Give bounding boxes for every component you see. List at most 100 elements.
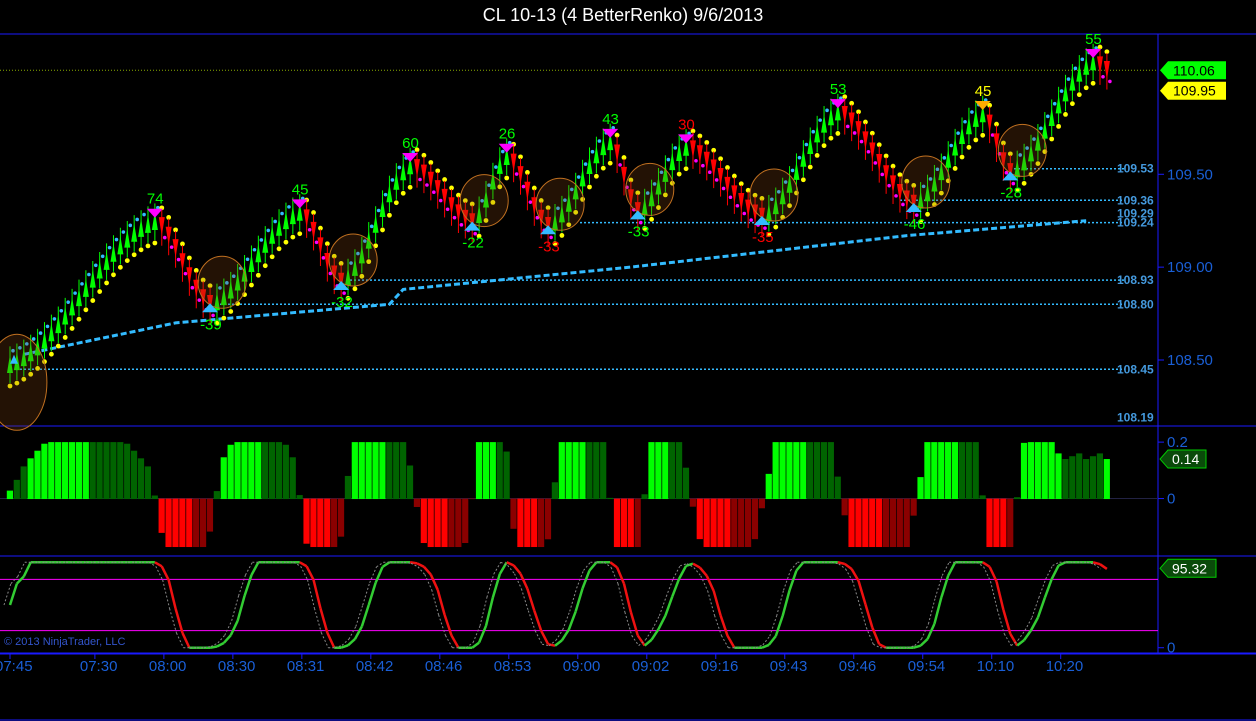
trail-dot bbox=[190, 285, 195, 290]
trail-dot bbox=[100, 254, 105, 259]
momentum-bar bbox=[262, 442, 269, 500]
momentum-bar bbox=[517, 498, 524, 548]
renko-bar bbox=[124, 229, 131, 248]
yellow-ribbon-dot bbox=[828, 135, 834, 141]
yellow-ribbon-dot bbox=[83, 307, 89, 313]
trail-dot bbox=[707, 170, 712, 175]
renko-bar bbox=[282, 210, 289, 230]
trail-dot bbox=[432, 190, 436, 195]
trail-dot bbox=[804, 142, 809, 147]
renko-bar bbox=[1055, 94, 1062, 114]
trail-dot bbox=[121, 230, 126, 234]
trail-dot bbox=[494, 165, 498, 169]
stoch-line-segment bbox=[429, 574, 439, 591]
renko-bar bbox=[110, 243, 117, 262]
copyright-label: © 2013 NinjaTrader, LLC bbox=[4, 636, 126, 648]
renko-bar bbox=[524, 181, 531, 201]
trail-dot bbox=[59, 308, 64, 313]
trail-dot bbox=[52, 317, 57, 321]
trail-dot bbox=[321, 256, 326, 260]
renko-bar bbox=[1097, 56, 1103, 75]
trail-dot bbox=[501, 149, 505, 154]
momentum-bar bbox=[841, 498, 848, 516]
trail-dot bbox=[1080, 57, 1085, 62]
momentum-bar bbox=[303, 498, 310, 544]
momentum-bar bbox=[772, 442, 779, 500]
yellow-ribbon-dot bbox=[600, 165, 606, 171]
momentum-bar bbox=[827, 442, 834, 500]
renko-bar bbox=[986, 114, 993, 134]
x-tick-label: 09:54 bbox=[908, 658, 946, 675]
renko-bar bbox=[165, 226, 172, 246]
renko-bar bbox=[179, 253, 186, 272]
renko-bar bbox=[386, 183, 393, 203]
momentum-bar bbox=[675, 442, 683, 500]
stoch-line-segment bbox=[491, 573, 502, 598]
stoch-line-segment bbox=[643, 638, 653, 647]
renko-bar bbox=[745, 199, 752, 219]
yellow-ribbon-dot bbox=[1021, 180, 1027, 186]
trail-dot bbox=[438, 198, 443, 203]
trail-dot bbox=[135, 217, 139, 222]
renko-bar bbox=[276, 217, 283, 236]
stoch-line-segment bbox=[1016, 639, 1025, 647]
yellow-ribbon-dot bbox=[1070, 101, 1075, 107]
renko-bar bbox=[510, 153, 517, 173]
yellow-ribbon-dot bbox=[649, 216, 654, 222]
momentum-bar bbox=[365, 442, 372, 500]
momentum-bar bbox=[710, 498, 717, 548]
momentum-bar bbox=[455, 498, 462, 548]
momentum-bar bbox=[558, 442, 565, 500]
stoch-line-segment bbox=[299, 561, 308, 568]
stoch-line-segment bbox=[347, 638, 356, 647]
stoch-line-segment bbox=[837, 561, 846, 566]
yellow-ribbon-dot bbox=[111, 272, 116, 278]
x-tick-label: 08:42 bbox=[356, 658, 394, 675]
yellow-ribbon-dot bbox=[400, 190, 406, 196]
renko-bar bbox=[890, 175, 897, 195]
momentum-bar bbox=[1069, 456, 1076, 500]
momentum-bar bbox=[613, 498, 621, 548]
renko-bar bbox=[793, 161, 800, 180]
trail-dot bbox=[742, 211, 747, 216]
momentum-bar bbox=[130, 450, 138, 500]
momentum-bar bbox=[627, 498, 634, 548]
level-label: 108.80 bbox=[1117, 297, 1154, 311]
momentum-bar bbox=[220, 457, 227, 500]
yellow-ribbon-dot bbox=[966, 144, 972, 150]
swing-high-label: 55 bbox=[1085, 31, 1102, 48]
momentum-bar bbox=[372, 442, 379, 500]
swing-markers: 74 -39 45 -32 60 -22 26 -33 43 -33 30 -35 53 -46 45 -28… bbox=[0, 31, 1102, 431]
trail-dot bbox=[38, 331, 43, 335]
momentum-bar bbox=[662, 442, 669, 500]
momentum-bar bbox=[61, 442, 69, 500]
momentum-bar bbox=[931, 442, 938, 500]
trail-dot bbox=[949, 143, 954, 148]
swing-high-label: 60 bbox=[402, 135, 419, 152]
momentum-bar bbox=[489, 442, 496, 500]
stoch-line-segment bbox=[312, 579, 322, 609]
momentum-bar bbox=[586, 442, 593, 500]
yellow-ribbon-dot bbox=[683, 166, 689, 172]
trail-dot bbox=[376, 208, 381, 213]
yellow-ribbon-dot bbox=[559, 233, 565, 238]
stoch-line-segment bbox=[160, 565, 170, 581]
renko-bar bbox=[965, 115, 972, 135]
yellow-ribbon-dot bbox=[973, 137, 979, 143]
momentum-bar bbox=[248, 442, 255, 500]
stoch-line-segment bbox=[526, 588, 536, 612]
stoch-line-segment bbox=[698, 566, 708, 577]
momentum-bar bbox=[813, 442, 821, 500]
stoch-line-segment bbox=[712, 590, 722, 616]
chart-svg[interactable]: 109.53109.36109.29109.24108.93108.80108.… bbox=[0, 0, 1256, 721]
level-label: 108.93 bbox=[1117, 273, 1154, 287]
yellow-ribbon-dot bbox=[152, 240, 158, 246]
trail-dot bbox=[93, 263, 98, 268]
swing-high-triangle bbox=[146, 208, 163, 218]
renko-bar bbox=[724, 176, 731, 196]
yellow-ribbon-dot bbox=[283, 239, 289, 245]
stoch-line-segment bbox=[567, 610, 577, 631]
momentum-bar bbox=[55, 442, 62, 500]
stoch-tick-label: 0 bbox=[1167, 640, 1175, 657]
stoch-line-segment bbox=[250, 561, 260, 576]
